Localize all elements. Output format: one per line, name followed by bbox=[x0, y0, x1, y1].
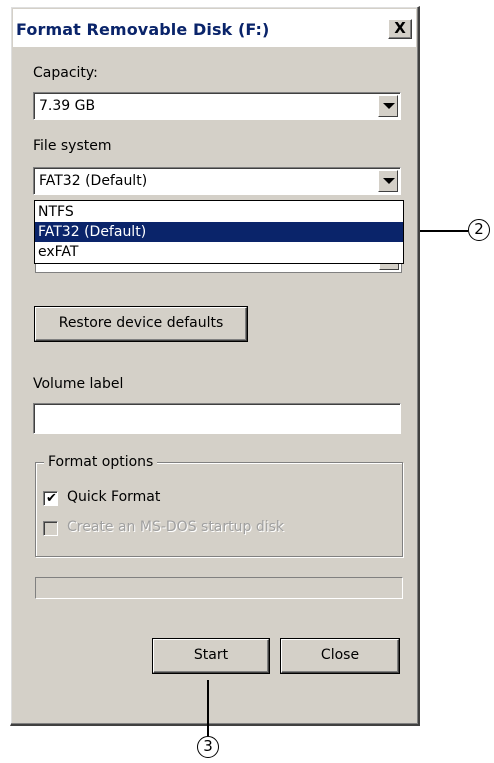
screenshot-stage: Format Removable Disk (F:) X Capacity: 7… bbox=[0, 0, 494, 763]
callout-3-marker: 3 bbox=[197, 736, 219, 758]
close-window-button[interactable]: X bbox=[388, 19, 412, 39]
volume-label-label: Volume label bbox=[33, 376, 124, 392]
start-button[interactable]: Start bbox=[153, 639, 269, 673]
chevron-down-icon[interactable] bbox=[378, 95, 398, 117]
file-system-dropdown-list[interactable]: NTFS FAT32 (Default) exFAT bbox=[34, 200, 404, 264]
file-system-label: File system bbox=[33, 138, 112, 154]
capacity-value: 7.39 GB bbox=[39, 98, 96, 114]
msdos-startup-checkbox[interactable] bbox=[43, 521, 58, 536]
msdos-startup-label: Create an MS-DOS startup disk bbox=[67, 519, 285, 535]
capacity-combobox[interactable]: 7.39 GB bbox=[33, 92, 401, 120]
close-button[interactable]: Close bbox=[281, 639, 399, 673]
dropdown-option-ntfs[interactable]: NTFS bbox=[35, 202, 403, 222]
checkmark-icon: ✔ bbox=[46, 491, 57, 506]
chevron-down-icon[interactable] bbox=[378, 170, 398, 192]
dropdown-option-exfat[interactable]: exFAT bbox=[35, 242, 403, 262]
restore-defaults-button[interactable]: Restore device defaults bbox=[35, 307, 247, 341]
file-system-combobox[interactable]: FAT32 (Default) bbox=[33, 167, 401, 195]
volume-label-input[interactable] bbox=[33, 403, 401, 434]
file-system-value: FAT32 (Default) bbox=[39, 173, 148, 189]
format-dialog: Format Removable Disk (F:) X Capacity: 7… bbox=[10, 6, 420, 726]
title-bar: Format Removable Disk (F:) X bbox=[13, 9, 416, 47]
window-title: Format Removable Disk (F:) bbox=[16, 20, 270, 39]
callout-3-line bbox=[207, 680, 209, 736]
quick-format-checkbox[interactable]: ✔ bbox=[43, 491, 58, 506]
dropdown-option-fat32[interactable]: FAT32 (Default) bbox=[35, 222, 403, 242]
quick-format-label[interactable]: Quick Format bbox=[67, 489, 160, 505]
format-options-legend: Format options bbox=[44, 454, 158, 470]
callout-2-marker: 2 bbox=[468, 219, 490, 241]
capacity-label: Capacity: bbox=[33, 65, 98, 81]
callout-2-line bbox=[420, 230, 468, 232]
format-options-group bbox=[35, 462, 403, 557]
format-progress-bar bbox=[35, 577, 403, 599]
